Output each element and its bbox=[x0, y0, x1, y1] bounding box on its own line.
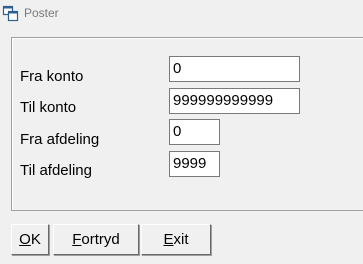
fra-afdeling-input[interactable]: 0 bbox=[169, 119, 220, 145]
windows-cascade-icon bbox=[2, 5, 19, 22]
exit-button[interactable]: Exit bbox=[141, 224, 211, 255]
fra-afdeling-label: Fra afdeling bbox=[20, 131, 100, 148]
cancel-button[interactable]: Fortryd bbox=[53, 224, 139, 255]
fra-konto-label: Fra konto bbox=[20, 68, 84, 85]
ok-mnemonic: O bbox=[19, 231, 31, 248]
til-afdeling-label: Til afdeling bbox=[20, 162, 92, 179]
title-bar: Poster bbox=[0, 0, 363, 26]
cancel-label-rest: ortryd bbox=[81, 231, 120, 248]
exit-mnemonic: E bbox=[163, 231, 174, 248]
exit-label-rest: xit bbox=[173, 231, 189, 248]
fra-konto-input[interactable]: 0 bbox=[169, 56, 300, 82]
til-konto-label: Til konto bbox=[20, 99, 77, 116]
ok-button[interactable]: OK bbox=[11, 224, 49, 255]
window-title: Poster bbox=[24, 6, 59, 20]
til-konto-input[interactable]: 999999999999 bbox=[169, 88, 300, 114]
til-afdeling-input[interactable]: 9999 bbox=[169, 151, 220, 177]
ok-label-rest: K bbox=[30, 231, 41, 248]
